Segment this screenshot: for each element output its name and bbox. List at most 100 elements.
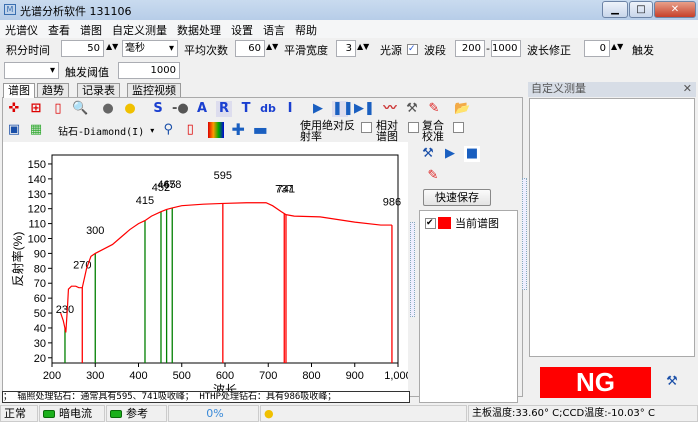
play-icon[interactable]: ▶ bbox=[310, 101, 326, 117]
x-tick-label: 700 bbox=[259, 370, 277, 382]
menu-settings[interactable]: 设置 bbox=[226, 20, 258, 38]
r-mode-button[interactable]: R bbox=[216, 101, 232, 117]
a-mode-button[interactable]: A bbox=[194, 101, 210, 117]
zoom-icon[interactable]: 🔍 bbox=[72, 101, 88, 117]
status-temperature: 主板温度:33.60° C;CCD温度:-10.03° C bbox=[468, 405, 698, 422]
y-axis-label: 反射率(%) bbox=[10, 232, 25, 287]
y-tick-label: 50 bbox=[34, 308, 46, 320]
light-checkbox[interactable]: ✓ bbox=[407, 44, 418, 55]
composite-checkbox[interactable] bbox=[453, 122, 464, 133]
y-tick-label: 140 bbox=[28, 174, 46, 186]
db-mode-button[interactable]: db bbox=[260, 101, 276, 117]
quick-save-button[interactable]: 快速保存 bbox=[423, 189, 491, 206]
band-to-input[interactable]: 1000 bbox=[491, 40, 521, 57]
smooth-input[interactable]: 3 bbox=[336, 40, 356, 57]
stone-type-select[interactable]: 钻石-Diamond(I) bbox=[58, 123, 144, 138]
y-tick-label: 30 bbox=[34, 338, 46, 350]
ref-label: 参考 bbox=[126, 407, 148, 420]
save-icon[interactable]: ▣ bbox=[6, 122, 22, 138]
menu-spectrometer[interactable]: 光谱仪 bbox=[0, 20, 43, 38]
wl-corr-spinner[interactable]: ▲▼ bbox=[611, 42, 623, 51]
trigger-select[interactable]: ▾ bbox=[4, 62, 59, 79]
plus-icon[interactable]: ✚ bbox=[230, 122, 246, 138]
panel-splitter[interactable] bbox=[522, 178, 527, 290]
integration-spinner[interactable]: ▲▼ bbox=[106, 42, 118, 51]
peak-marker-label: 478 bbox=[163, 179, 181, 191]
dark-led-icon bbox=[43, 410, 55, 418]
x-tick-label: 900 bbox=[346, 370, 364, 382]
close-button[interactable]: ✕ bbox=[654, 1, 696, 18]
toolbar-row-2: ▣ ▦ 钻石-Diamond(I) ▾ ⚲ ▯ ✚ ▬ bbox=[6, 122, 268, 138]
menu-help[interactable]: 帮助 bbox=[290, 20, 322, 38]
smooth-spinner[interactable]: ▲▼ bbox=[357, 42, 369, 51]
legend-label: 当前谱图 bbox=[455, 217, 499, 230]
relative-checkbox[interactable] bbox=[408, 122, 419, 133]
status-lamp: ● bbox=[260, 405, 467, 422]
minimize-button[interactable]: ▁ bbox=[602, 1, 628, 18]
chart-lines-icon[interactable]: 〰 bbox=[382, 101, 398, 117]
avg-spinner[interactable]: ▲▼ bbox=[266, 42, 278, 51]
chevron-down-icon[interactable]: ▾ bbox=[150, 126, 154, 135]
pause-icon[interactable]: ❚❚ bbox=[332, 101, 354, 117]
eraser-icon[interactable]: ✎ bbox=[425, 168, 441, 184]
custom-measure-header: 自定义测量 ✕ bbox=[528, 82, 696, 97]
t-mode-button[interactable]: T bbox=[238, 101, 254, 117]
menu-data-processing[interactable]: 数据处理 bbox=[172, 20, 226, 38]
y-tick-label: 90 bbox=[34, 248, 46, 260]
legend-color-swatch bbox=[438, 217, 451, 229]
wl-corr-input[interactable]: 0 bbox=[584, 40, 610, 57]
tab-trend[interactable]: 趋势 bbox=[37, 83, 69, 98]
trigger-threshold-input[interactable]: 1000 bbox=[118, 62, 180, 79]
toolbar-row-1: ✜ ⊞ ▯ 🔍 ● ● S -● A R T db I ▶ ❚❚ ▶❚ 〰 ⚒ … bbox=[6, 101, 470, 117]
hammer-icon[interactable]: ⚒ bbox=[664, 374, 680, 390]
color-bars-icon[interactable] bbox=[208, 122, 225, 138]
chart-splitter[interactable] bbox=[409, 140, 416, 395]
y-tick-label: 60 bbox=[34, 293, 46, 305]
zoom-fit-icon[interactable]: ⊞ bbox=[28, 101, 44, 117]
band-from-input[interactable]: 200 bbox=[455, 40, 485, 57]
range-icon[interactable]: ▯ bbox=[50, 101, 66, 117]
lamp-off-icon[interactable]: ● bbox=[100, 101, 116, 117]
stop-icon[interactable]: ■ bbox=[464, 146, 480, 162]
legend-item[interactable]: ✔ 当前谱图 bbox=[425, 215, 499, 231]
menu-view[interactable]: 查看 bbox=[43, 20, 75, 38]
menu-language[interactable]: 语言 bbox=[258, 20, 290, 38]
close-icon[interactable]: ✕ bbox=[683, 82, 692, 96]
integration-input[interactable]: 50 bbox=[61, 40, 104, 57]
avg-input[interactable]: 60 bbox=[235, 40, 265, 57]
crosshair-icon[interactable]: ✜ bbox=[6, 101, 22, 117]
dark-lamp-icon[interactable]: -● bbox=[172, 101, 189, 117]
y-tick-label: 100 bbox=[28, 233, 46, 245]
light-label: 光源 bbox=[380, 44, 402, 57]
maximize-button[interactable]: □ bbox=[629, 1, 653, 18]
range-icon[interactable]: ▯ bbox=[182, 122, 198, 138]
hammer-icon[interactable]: ⚒ bbox=[420, 146, 436, 162]
peak-marker-label: 986 bbox=[383, 197, 401, 209]
abs-refl-checkbox[interactable] bbox=[361, 122, 372, 133]
image-icon[interactable]: ▦ bbox=[28, 122, 44, 138]
open-folder-icon[interactable]: 📂 bbox=[454, 101, 470, 117]
hammer-icon[interactable]: ⚒ bbox=[404, 101, 420, 117]
wl-corr-label: 波长修正 bbox=[527, 44, 571, 57]
menu-spectrum[interactable]: 谱图 bbox=[75, 20, 107, 38]
lamp-on-icon[interactable]: ● bbox=[122, 101, 138, 117]
status-ref: 参考 bbox=[106, 405, 167, 422]
splitter-handle[interactable] bbox=[410, 222, 415, 317]
s-mode-button[interactable]: S bbox=[150, 101, 166, 117]
step-icon[interactable]: ▶❚ bbox=[354, 101, 375, 117]
plot-frame bbox=[51, 154, 399, 364]
spectrum-chart[interactable]: 20 30 40 50 60 70 80 90 100 110 120 130 140 150 200 300… bbox=[3, 142, 408, 397]
unit-select[interactable]: 毫秒 ▾ bbox=[122, 40, 178, 57]
search-icon[interactable]: ⚲ bbox=[160, 122, 176, 138]
play-icon[interactable]: ▶ bbox=[442, 146, 458, 162]
minus-icon[interactable]: ▬ bbox=[252, 122, 268, 138]
result-badge: NG bbox=[540, 367, 651, 398]
menu-custom-measure[interactable]: 自定义测量 bbox=[107, 20, 172, 38]
eraser-icon[interactable]: ✎ bbox=[426, 101, 442, 117]
tab-records[interactable]: 记录表 bbox=[77, 83, 120, 98]
legend-checkbox[interactable]: ✔ bbox=[425, 217, 436, 229]
i-mode-button[interactable]: I bbox=[282, 101, 298, 117]
tab-video[interactable]: 监控视频 bbox=[127, 83, 181, 98]
tab-spectrum[interactable]: 谱图 bbox=[3, 83, 35, 98]
peak-marker-label: 415 bbox=[136, 195, 154, 207]
